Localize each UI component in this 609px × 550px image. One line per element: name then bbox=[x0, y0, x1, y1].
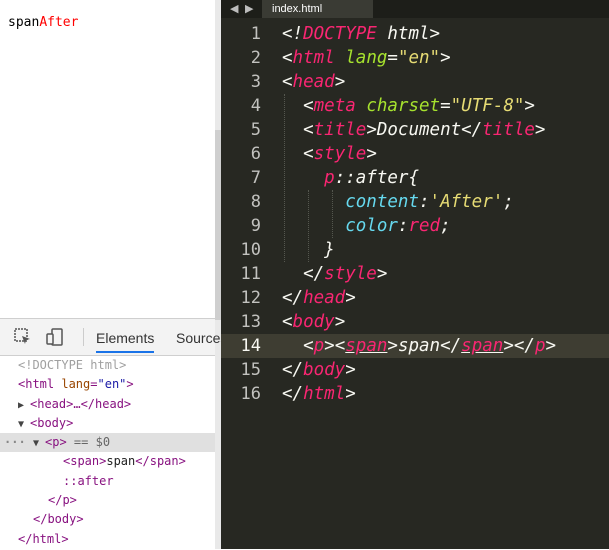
tab-index-html[interactable]: index.html bbox=[262, 0, 373, 18]
span-open-tag: <span> bbox=[63, 454, 107, 469]
code-line[interactable]: 15 </body> bbox=[221, 358, 609, 382]
tab-sources[interactable]: Sources bbox=[176, 330, 227, 346]
p-close-tag: </p> bbox=[48, 493, 77, 508]
line-number: 7 bbox=[250, 168, 261, 188]
tree-node-html-close[interactable]: </html> bbox=[0, 530, 215, 549]
code-line[interactable]: 3 <head> bbox=[221, 70, 609, 94]
lang-value: "en" bbox=[97, 377, 127, 392]
line-number: 6 bbox=[250, 144, 261, 164]
code-line[interactable]: 1 <!DOCTYPE html> bbox=[221, 22, 609, 46]
collapse-triangle-icon[interactable]: ▼ bbox=[33, 434, 45, 453]
code-line[interactable]: 6 <style> bbox=[221, 142, 609, 166]
line-number: 11 bbox=[240, 264, 261, 284]
code-line[interactable]: 13 <body> bbox=[221, 310, 609, 334]
html-open-tag: <html bbox=[18, 377, 55, 392]
line-number: 13 bbox=[240, 312, 261, 332]
tree-node-span[interactable]: <span>span</span> bbox=[0, 452, 215, 471]
code-line[interactable]: 5 <title>Document</title> bbox=[221, 118, 609, 142]
line-number: 10 bbox=[240, 240, 261, 260]
tab-elements[interactable]: Elements bbox=[96, 330, 155, 353]
rendered-page: spanAfter bbox=[0, 0, 215, 318]
span-close-tag: </span> bbox=[135, 454, 186, 469]
lang-attr: lang bbox=[61, 377, 91, 392]
line-number: 12 bbox=[240, 288, 261, 308]
line-number: 5 bbox=[250, 120, 261, 140]
expand-triangle-icon[interactable]: ▶ bbox=[18, 396, 30, 415]
head-collapsed: <head>…</head> bbox=[30, 396, 132, 411]
code-area[interactable]: 1 <!DOCTYPE html> 2 <html lang="en"> 3 <hea… bbox=[221, 22, 609, 406]
line-number: 8 bbox=[250, 192, 261, 212]
tree-node-body[interactable]: ▼ <body> bbox=[0, 414, 215, 433]
tree-node-p-close[interactable]: </p> bbox=[0, 491, 215, 510]
rendered-span-text: span bbox=[8, 15, 40, 30]
inspect-element-icon[interactable] bbox=[13, 327, 33, 347]
line-number: 1 bbox=[250, 24, 261, 44]
tree-node-after[interactable]: ::after bbox=[0, 472, 215, 491]
code-line-current[interactable]: 14 <p><span>span</span></p> bbox=[221, 334, 609, 358]
code-line[interactable]: 8 content:'After'; bbox=[221, 190, 609, 214]
tab-left-arrow-icon[interactable]: ◀ bbox=[230, 2, 238, 15]
line-number: 16 bbox=[240, 384, 261, 404]
code-line[interactable]: 9 color:red; bbox=[221, 214, 609, 238]
collapse-triangle-icon[interactable]: ▼ bbox=[18, 415, 30, 434]
devtools-panel: Elements Sources <!DOCTYPE html> <html l… bbox=[0, 318, 227, 550]
line-number: 2 bbox=[250, 48, 261, 68]
tree-node-p-selected[interactable]: ··· ▼ <p> == $0 bbox=[0, 433, 215, 453]
tab-right-arrow-icon[interactable]: ▶ bbox=[245, 2, 253, 15]
html-close-tag: </html> bbox=[18, 531, 69, 546]
toolbar-divider bbox=[83, 328, 84, 346]
doctype-text: <!DOCTYPE html> bbox=[18, 358, 127, 372]
device-toolbar-icon[interactable] bbox=[45, 327, 65, 347]
code-line[interactable]: 11 </style> bbox=[221, 262, 609, 286]
code-line[interactable]: 10 } bbox=[221, 238, 609, 262]
code-line[interactable]: 4 <meta charset="UTF-8"> bbox=[221, 94, 609, 118]
code-line[interactable]: 7 p::after{ bbox=[221, 166, 609, 190]
editor-tabbar: ◀ ▶ index.html bbox=[221, 0, 609, 18]
line-number: 15 bbox=[240, 360, 261, 380]
tree-node-head[interactable]: ▶ <head>…</head> bbox=[0, 395, 215, 414]
body-open-tag: <body> bbox=[30, 415, 74, 430]
tree-node-body-close[interactable]: </body> bbox=[0, 510, 215, 529]
line-number: 3 bbox=[250, 72, 261, 92]
p-open-tag: <p> bbox=[45, 435, 67, 450]
devtools-toolbar: Elements Sources bbox=[0, 319, 227, 356]
code-line[interactable]: 12 </head> bbox=[221, 286, 609, 310]
code-line[interactable]: 16 </html> bbox=[221, 382, 609, 406]
rendered-after-text: After bbox=[39, 15, 79, 30]
line-number: 9 bbox=[250, 216, 261, 236]
rendered-paragraph: spanAfter bbox=[8, 15, 78, 30]
after-pseudo: ::after bbox=[63, 473, 114, 488]
code-editor: ◀ ▶ index.html 1 <!DOCTYPE html> 2 <html l… bbox=[221, 0, 609, 549]
body-close-tag: </body> bbox=[33, 512, 84, 527]
elements-tree: <!DOCTYPE html> <html lang="en"> ▶ <head>… bbox=[0, 356, 215, 549]
line-number: 4 bbox=[250, 96, 261, 116]
span-text: span bbox=[106, 454, 136, 469]
selected-marker: == $0 bbox=[73, 435, 111, 450]
line-number: 14 bbox=[240, 336, 261, 356]
more-options-icon[interactable]: ··· bbox=[4, 433, 26, 452]
tree-node-html[interactable]: <html lang="en"> bbox=[0, 375, 215, 394]
code-line[interactable]: 2 <html lang="en"> bbox=[221, 46, 609, 70]
tree-node-doctype[interactable]: <!DOCTYPE html> bbox=[0, 356, 215, 375]
